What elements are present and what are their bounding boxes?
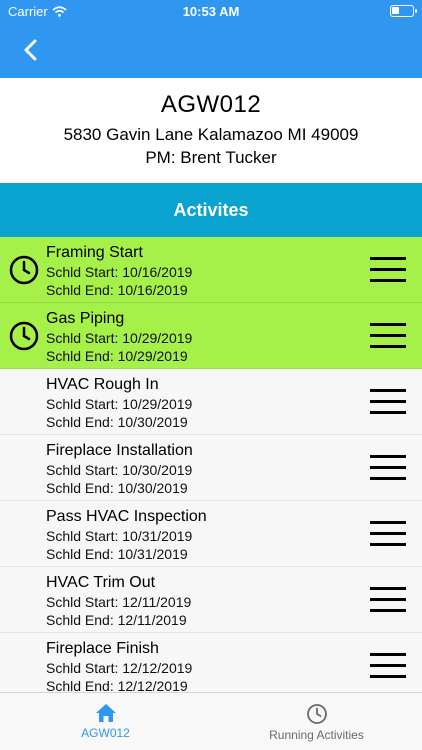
tab-running-activities[interactable]: Running Activities	[211, 693, 422, 750]
battery-icon	[390, 5, 417, 17]
activity-title: Gas Piping	[46, 310, 125, 327]
activity-list[interactable]: Framing Start Schld Start: 10/16/2019 Sc…	[0, 237, 422, 692]
clock-icon	[9, 321, 39, 351]
activity-title: HVAC Rough In	[46, 376, 159, 393]
home-icon	[95, 704, 116, 722]
activity-start-date: Schld Start: 12/11/2019	[46, 594, 192, 610]
hamburger-menu-icon[interactable]	[370, 323, 406, 349]
activity-end-date: Schld End: 12/12/2019	[46, 678, 188, 692]
status-time: 10:53 AM	[182, 4, 240, 19]
activity-title: Framing Start	[46, 244, 143, 261]
activity-row[interactable]: Framing Start Schld Start: 10/16/2019 Sc…	[0, 237, 422, 303]
activity-end-date: Schld End: 10/30/2019	[46, 480, 188, 496]
activity-title: Pass HVAC Inspection	[46, 508, 207, 525]
activity-start-date: Schld Start: 10/29/2019	[46, 330, 193, 346]
activity-end-date: Schld End: 10/30/2019	[46, 414, 188, 430]
clock-icon	[306, 704, 327, 724]
activities-section-header: Activites	[0, 183, 422, 237]
back-button[interactable]	[14, 34, 46, 66]
chevron-left-icon	[24, 39, 37, 61]
activity-end-date: Schld End: 10/29/2019	[46, 348, 188, 364]
activity-row[interactable]: Fireplace Installation Schld Start: 10/3…	[0, 435, 422, 501]
hamburger-menu-icon[interactable]	[370, 587, 406, 613]
activity-start-date: Schld Start: 10/31/2019	[46, 528, 193, 544]
activity-start-date: Schld Start: 10/30/2019	[46, 462, 193, 478]
tab-running-activities-label: Running Activities	[269, 728, 364, 742]
activity-row[interactable]: Fireplace Finish Schld Start: 12/12/2019…	[0, 633, 422, 692]
hamburger-menu-icon[interactable]	[370, 389, 406, 415]
job-header: AGW012 5830 Gavin Lane Kalamazoo MI 4900…	[0, 78, 422, 183]
activity-title: Fireplace Installation	[46, 442, 193, 459]
project-manager: PM: Brent Tucker	[145, 148, 277, 167]
activity-row[interactable]: HVAC Rough In Schld Start: 10/29/2019 Sc…	[0, 369, 422, 435]
activity-end-date: Schld End: 12/11/2019	[46, 612, 187, 628]
activity-title: Fireplace Finish	[46, 640, 159, 657]
job-code: AGW012	[160, 91, 262, 118]
activity-end-date: Schld End: 10/31/2019	[46, 546, 188, 562]
tab-bar: AGW012 Running Activities	[0, 692, 422, 750]
hamburger-menu-icon[interactable]	[370, 257, 406, 283]
activity-start-date: Schld Start: 10/29/2019	[46, 396, 193, 412]
activity-start-date: Schld Start: 10/16/2019	[46, 264, 193, 280]
activity-row[interactable]: HVAC Trim Out Schld Start: 12/11/2019 Sc…	[0, 567, 422, 633]
job-address: 5830 Gavin Lane Kalamazoo MI 49009	[63, 125, 359, 144]
nav-bar	[0, 22, 422, 78]
status-bar: Carrier 10:53 AM	[0, 0, 422, 22]
activity-row[interactable]: Pass HVAC Inspection Schld Start: 10/31/…	[0, 501, 422, 567]
clock-icon	[9, 255, 39, 285]
hamburger-menu-icon[interactable]	[370, 653, 406, 679]
tab-home-label: AGW012	[81, 726, 130, 740]
activity-start-date: Schld Start: 12/12/2019	[46, 660, 193, 676]
activity-end-date: Schld End: 10/16/2019	[46, 282, 188, 298]
hamburger-menu-icon[interactable]	[370, 455, 406, 481]
hamburger-menu-icon[interactable]	[370, 521, 406, 547]
tab-home[interactable]: AGW012	[0, 693, 211, 750]
activity-row[interactable]: Gas Piping Schld Start: 10/29/2019 Schld…	[0, 303, 422, 369]
activity-title: HVAC Trim Out	[46, 574, 156, 591]
